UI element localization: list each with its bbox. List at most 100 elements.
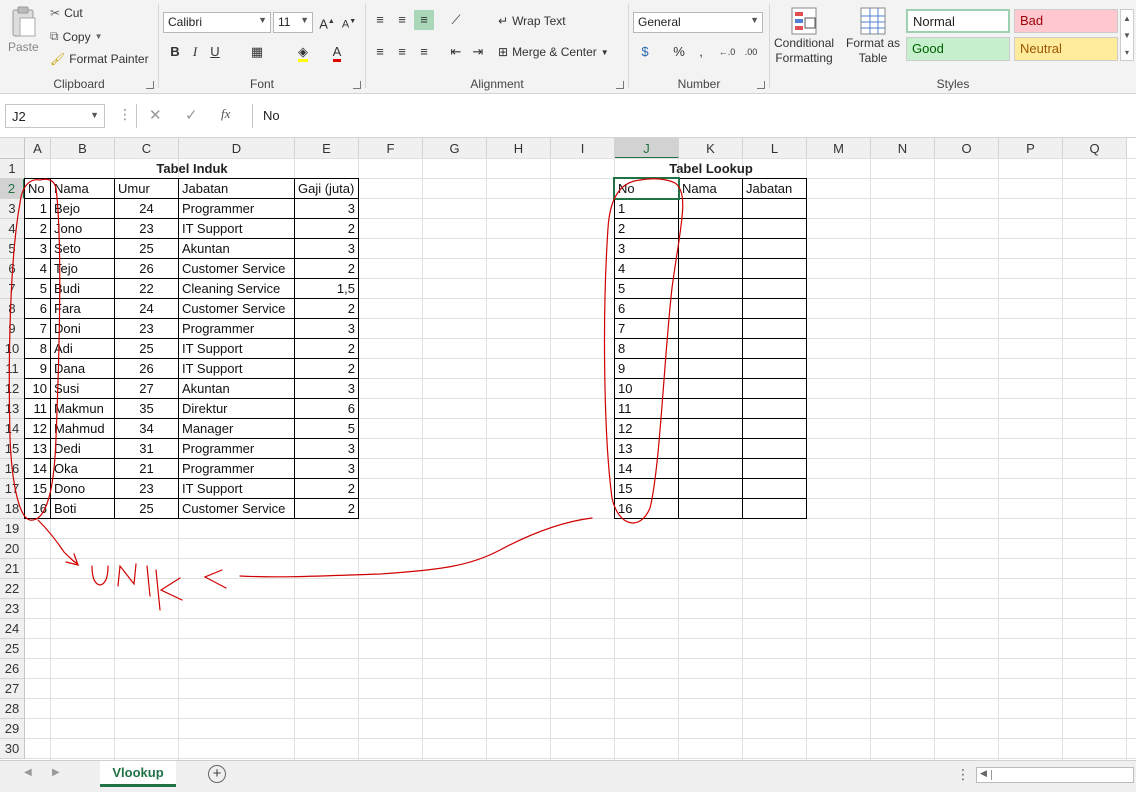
main-table-header[interactable]: Umur <box>114 178 179 199</box>
main-table-cell[interactable]: 25 <box>114 498 179 519</box>
main-table-cell[interactable]: 35 <box>114 398 179 419</box>
main-table-cell[interactable]: 2 <box>294 338 359 359</box>
main-table-header[interactable]: Jabatan <box>178 178 295 199</box>
column-header-i[interactable]: I <box>551 138 615 159</box>
row-header-21[interactable]: 21 <box>0 559 25 579</box>
font-launcher-icon[interactable] <box>353 81 361 89</box>
scroll-left-icon[interactable]: ◀ <box>980 768 987 779</box>
row-header-13[interactable]: 13 <box>0 399 25 419</box>
main-table-cell[interactable]: Boti <box>50 498 115 519</box>
row-header-29[interactable]: 29 <box>0 719 25 739</box>
main-table-cell[interactable]: 24 <box>114 298 179 319</box>
main-table-cell[interactable]: Doni <box>50 318 115 339</box>
main-table-cell[interactable]: Dana <box>50 358 115 379</box>
column-header-l[interactable]: L <box>743 138 807 159</box>
main-table-cell[interactable]: Budi <box>50 278 115 299</box>
increase-indent-icon[interactable]: ⇥ <box>468 42 488 62</box>
main-table-cell[interactable]: 27 <box>114 378 179 399</box>
lookup-table-empty-cell[interactable] <box>678 198 743 219</box>
lookup-table-empty-cell[interactable] <box>742 238 807 259</box>
row-header-10[interactable]: 10 <box>0 339 25 359</box>
main-table-cell[interactable]: 2 <box>294 498 359 519</box>
main-table-cell[interactable]: 22 <box>114 278 179 299</box>
main-table-cell[interactable]: 3 <box>294 238 359 259</box>
main-table-cell[interactable]: 16 <box>24 498 51 519</box>
main-table-cell[interactable]: 5 <box>294 418 359 439</box>
lookup-table-empty-cell[interactable] <box>742 298 807 319</box>
main-table-cell[interactable]: Makmun <box>50 398 115 419</box>
lookup-table-title[interactable]: Tabel Lookup <box>615 159 807 179</box>
lookup-table-cell[interactable]: 8 <box>614 338 679 359</box>
main-table-cell[interactable]: Adi <box>50 338 115 359</box>
lookup-table-cell[interactable]: 7 <box>614 318 679 339</box>
lookup-table-empty-cell[interactable] <box>742 198 807 219</box>
main-table-cell[interactable]: 26 <box>114 258 179 279</box>
row-header-4[interactable]: 4 <box>0 219 25 239</box>
alignment-launcher-icon[interactable] <box>616 81 624 89</box>
main-table-cell[interactable]: Bejo <box>50 198 115 219</box>
main-table-cell[interactable]: 2 <box>294 218 359 239</box>
column-header-n[interactable]: N <box>871 138 935 159</box>
style-normal[interactable]: Normal <box>906 9 1010 33</box>
main-table-cell[interactable]: 23 <box>114 478 179 499</box>
font-size-select[interactable]: 11 ▼ <box>273 12 313 33</box>
main-table-cell[interactable]: Mahmud <box>50 418 115 439</box>
main-table-cell[interactable]: Dono <box>50 478 115 499</box>
row-header-17[interactable]: 17 <box>0 479 25 499</box>
clipboard-launcher-icon[interactable] <box>146 81 154 89</box>
lookup-table-empty-cell[interactable] <box>678 418 743 439</box>
column-header-g[interactable]: G <box>423 138 487 159</box>
column-header-c[interactable]: C <box>115 138 179 159</box>
lookup-table-cell[interactable]: 10 <box>614 378 679 399</box>
main-table-cell[interactable]: 3 <box>294 198 359 219</box>
lookup-table-cell[interactable]: 13 <box>614 438 679 459</box>
spreadsheet-grid[interactable]: ABCDEFGHIJKLMNOPQ 1 2 3 4 5 6 7 8 9 10 11 12 13 14 15 1… <box>0 138 1136 760</box>
column-header-j[interactable]: J <box>615 138 679 159</box>
row-header-20[interactable]: 20 <box>0 539 25 559</box>
lookup-table-empty-cell[interactable] <box>742 478 807 499</box>
decrease-font-icon[interactable]: A▼ <box>339 12 359 32</box>
main-table-cell[interactable]: 13 <box>24 438 51 459</box>
align-right-icon[interactable]: ≡ <box>414 42 434 62</box>
column-header-p[interactable]: P <box>999 138 1063 159</box>
lookup-table-cell[interactable]: 14 <box>614 458 679 479</box>
column-header-q[interactable]: Q <box>1063 138 1127 159</box>
align-middle-icon[interactable]: ≡ <box>392 10 412 30</box>
main-table-cell[interactable]: 3 <box>294 438 359 459</box>
formula-input[interactable]: No <box>252 104 1136 128</box>
row-header-9[interactable]: 9 <box>0 319 25 339</box>
underline-icon[interactable]: U <box>205 42 225 62</box>
main-table-header[interactable]: No <box>24 178 51 199</box>
main-table-cell[interactable]: 4 <box>24 258 51 279</box>
row-header-27[interactable]: 27 <box>0 679 25 699</box>
row-header-15[interactable]: 15 <box>0 439 25 459</box>
column-header-d[interactable]: D <box>179 138 295 159</box>
main-table-cell[interactable]: IT Support <box>178 338 295 359</box>
main-table-cell[interactable]: 12 <box>24 418 51 439</box>
row-header-25[interactable]: 25 <box>0 639 25 659</box>
main-table-cell[interactable]: 3 <box>24 238 51 259</box>
italic-icon[interactable]: I <box>185 42 205 62</box>
main-table-cell[interactable]: 2 <box>24 218 51 239</box>
style-neutral[interactable]: Neutral <box>1014 37 1118 61</box>
accounting-icon[interactable]: $ <box>635 42 655 62</box>
main-table-cell[interactable]: 1 <box>24 198 51 219</box>
main-table-cell[interactable]: 6 <box>24 298 51 319</box>
main-table-cell[interactable]: 2 <box>294 258 359 279</box>
lookup-table-empty-cell[interactable] <box>678 338 743 359</box>
row-header-18[interactable]: 18 <box>0 499 25 519</box>
main-table-cell[interactable]: 10 <box>24 378 51 399</box>
row-header-2[interactable]: 2 <box>0 179 25 199</box>
lookup-table-cell[interactable]: 1 <box>614 198 679 219</box>
main-table-cell[interactable]: 15 <box>24 478 51 499</box>
wrap-text-button[interactable]: ↵ Wrap Text <box>498 14 566 28</box>
main-table-cell[interactable]: Customer Service <box>178 298 295 319</box>
row-header-22[interactable]: 22 <box>0 579 25 599</box>
main-table-cell[interactable]: Jono <box>50 218 115 239</box>
tab-scroll-left-icon[interactable]: ◀ <box>24 767 32 778</box>
main-table-header[interactable]: Gaji (juta) <box>294 178 359 199</box>
lookup-table-empty-cell[interactable] <box>678 378 743 399</box>
lookup-table-empty-cell[interactable] <box>742 418 807 439</box>
font-color-icon[interactable]: A <box>327 42 347 62</box>
row-header-6[interactable]: 6 <box>0 259 25 279</box>
